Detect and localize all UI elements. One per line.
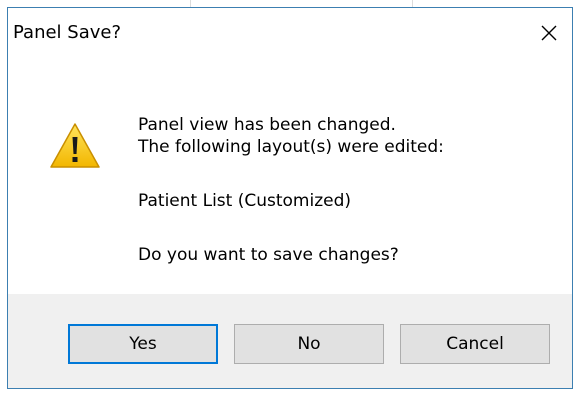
- no-button[interactable]: No: [234, 324, 384, 364]
- message-line-2: The following layout(s) were edited:: [138, 137, 444, 157]
- cancel-button[interactable]: Cancel: [400, 324, 550, 364]
- warning-icon: [50, 123, 100, 168]
- message-line-1: Panel view has been changed.: [138, 115, 396, 135]
- close-icon: [541, 25, 557, 41]
- dialog-button-bar: Yes No Cancel: [8, 294, 572, 388]
- layout-name: Patient List (Customized): [138, 191, 352, 211]
- dialog-titlebar: Panel Save?: [8, 8, 572, 58]
- save-question: Do you want to save changes?: [138, 245, 399, 265]
- dialog-content: Panel view has been changed. The followi…: [8, 58, 572, 294]
- dialog-title: Panel Save?: [13, 22, 122, 43]
- close-button[interactable]: [526, 8, 572, 58]
- yes-button[interactable]: Yes: [68, 324, 218, 364]
- panel-save-dialog: Panel Save? Panel view has been changed.…: [7, 7, 573, 389]
